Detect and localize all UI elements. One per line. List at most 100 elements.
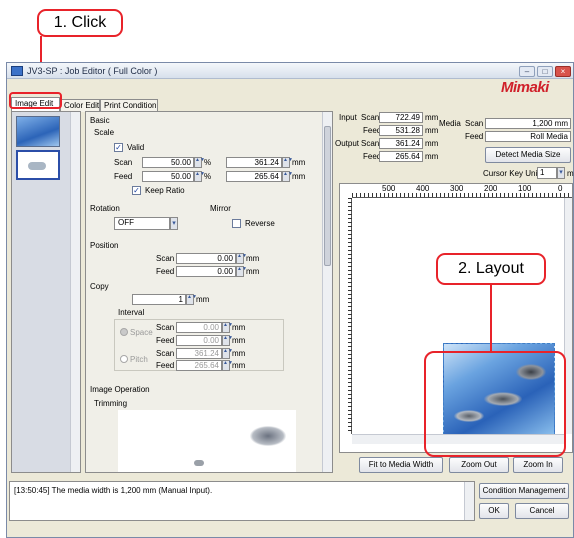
input-scan-label: Scan	[361, 113, 380, 122]
thumbnail-scrollbar[interactable]	[70, 112, 80, 472]
rotation-heading: Rotation	[90, 204, 120, 213]
space-feed-field[interactable]: 0.00	[176, 335, 222, 346]
window-title: JV3-SP : Job Editor ( Full Color )	[27, 66, 158, 76]
input-scan-value: 722.49	[379, 112, 423, 123]
chevron-down-icon[interactable]: ▾	[170, 217, 178, 230]
cursor-key-unit-mm: mm	[567, 169, 574, 178]
job-editor-window: JV3-SP : Job Editor ( Full Color ) – □ ×…	[6, 62, 574, 538]
copy-heading: Copy	[90, 282, 109, 291]
scale-feed-percent-field[interactable]: 50.00	[142, 171, 194, 182]
mm-unit: mm	[246, 267, 260, 276]
scale-scan-mm-spinner[interactable]: ▲▼	[282, 157, 293, 168]
settings-panel: Basic Scale ✓ Valid Scan 50.00 ▲▼ % 361.…	[85, 111, 333, 473]
settings-scroll-thumb[interactable]	[324, 126, 331, 266]
position-scan-spinner[interactable]: ▲▼	[236, 253, 247, 264]
maximize-button[interactable]: □	[537, 66, 553, 77]
keep-ratio-checkbox[interactable]: ✓	[132, 186, 141, 195]
pitch-scan-spinner[interactable]: ▲▼	[222, 348, 233, 359]
percent-unit: %	[204, 158, 212, 167]
minimize-button[interactable]: –	[519, 66, 535, 77]
ruler-tick: 0	[558, 184, 563, 193]
space-scan-spinner[interactable]: ▲▼	[222, 322, 233, 333]
position-heading: Position	[90, 241, 119, 250]
mm-unit: mm	[292, 172, 306, 181]
output-scan-label: Scan	[361, 139, 380, 148]
copy-count-spinner[interactable]: ▲▼	[186, 294, 197, 305]
settings-scrollbar[interactable]	[322, 112, 332, 472]
mirror-heading: Mirror	[210, 204, 231, 213]
callout-step-2: 2. Layout	[436, 253, 546, 285]
pitch-feed-label: Feed	[156, 361, 175, 370]
mm-unit: mm	[232, 361, 246, 370]
pitch-radio[interactable]	[120, 355, 128, 363]
input-label: Input	[339, 113, 357, 122]
percent-unit: %	[204, 172, 212, 181]
scale-scan-percent-field[interactable]: 50.00	[142, 157, 194, 168]
condition-management-button[interactable]: Condition Management	[479, 483, 569, 499]
scale-scan-percent-spinner[interactable]: ▲▼	[194, 157, 205, 168]
output-feed-value: 265.64	[379, 151, 423, 162]
space-scan-label: Scan	[156, 323, 175, 332]
keep-ratio-label: Keep Ratio	[145, 186, 185, 195]
pitch-label: Pitch	[130, 355, 148, 364]
mm-unit: mm	[232, 349, 246, 358]
copy-unit: mm	[196, 295, 210, 304]
close-button[interactable]: ×	[555, 66, 571, 77]
message-log: [13:50:45] The media width is 1,200 mm (…	[9, 481, 475, 521]
mm-unit: mm	[292, 158, 306, 167]
space-feed-spinner[interactable]: ▲▼	[222, 335, 233, 346]
input-feed-value: 531.28	[379, 125, 423, 136]
cancel-button[interactable]: Cancel	[515, 503, 569, 519]
scale-heading: Scale	[94, 128, 115, 137]
mm-unit: mm	[425, 152, 439, 161]
ok-button[interactable]: OK	[479, 503, 509, 519]
scale-feed-percent-spinner[interactable]: ▲▼	[194, 171, 205, 182]
scale-feed-mm-spinner[interactable]: ▲▼	[282, 171, 293, 182]
valid-checkbox[interactable]: ✓	[114, 143, 123, 152]
position-scan-field[interactable]: 0.00	[176, 253, 236, 264]
detect-media-size-button[interactable]: Detect Media Size	[485, 147, 571, 163]
image-operation-heading: Image Operation	[90, 385, 150, 394]
rotation-select[interactable]: OFF	[114, 217, 170, 230]
media-feed-label: Feed	[465, 132, 484, 141]
zoom-out-button[interactable]: Zoom Out	[449, 457, 509, 473]
app-icon	[11, 66, 23, 76]
media-scan-value: 1,200 mm	[485, 118, 571, 129]
position-feed-spinner[interactable]: ▲▼	[236, 266, 247, 277]
mm-unit: mm	[232, 323, 246, 332]
pitch-scan-field[interactable]: 361.24	[176, 348, 222, 359]
position-feed-field[interactable]: 0.00	[176, 266, 236, 277]
reverse-label: Reverse	[245, 219, 275, 228]
trimming-preview[interactable]	[118, 410, 296, 472]
ruler-tick: 300	[450, 184, 464, 193]
callout-step-1: 1. Click	[37, 9, 123, 37]
title-bar: JV3-SP : Job Editor ( Full Color ) – □ ×	[7, 63, 573, 79]
thumbnail-2[interactable]	[16, 150, 60, 180]
pitch-scan-label: Scan	[156, 349, 175, 358]
layout-highlight	[424, 351, 566, 457]
copy-count-field[interactable]: 1	[132, 294, 186, 305]
scale-feed-label: Feed	[114, 172, 133, 181]
thumbnail-list	[11, 111, 81, 473]
reverse-checkbox[interactable]	[232, 219, 241, 228]
mm-unit: mm	[425, 126, 439, 135]
media-label: Media	[439, 119, 461, 128]
pitch-feed-field[interactable]: 265.64	[176, 360, 222, 371]
log-scrollbar[interactable]	[464, 482, 474, 520]
scale-scan-label: Scan	[114, 158, 133, 167]
scale-scan-mm-field[interactable]: 361.24	[226, 157, 282, 168]
space-scan-field[interactable]: 0.00	[176, 322, 222, 333]
fit-to-media-width-button[interactable]: Fit to Media Width	[359, 457, 443, 473]
output-label: Output	[335, 139, 360, 148]
log-message: [13:50:45] The media width is 1,200 mm (…	[14, 486, 213, 495]
chevron-down-icon[interactable]: ▾	[557, 167, 565, 179]
space-feed-label: Feed	[156, 336, 175, 345]
scale-feed-mm-field[interactable]: 265.64	[226, 171, 282, 182]
cursor-key-unit-select[interactable]: 1	[537, 167, 557, 179]
mm-unit: mm	[425, 139, 439, 148]
pitch-feed-spinner[interactable]: ▲▼	[222, 360, 233, 371]
zoom-in-button[interactable]: Zoom In	[513, 457, 563, 473]
ruler-tick: 400	[416, 184, 430, 193]
thumbnail-1[interactable]	[16, 116, 60, 147]
space-radio[interactable]	[120, 328, 128, 336]
